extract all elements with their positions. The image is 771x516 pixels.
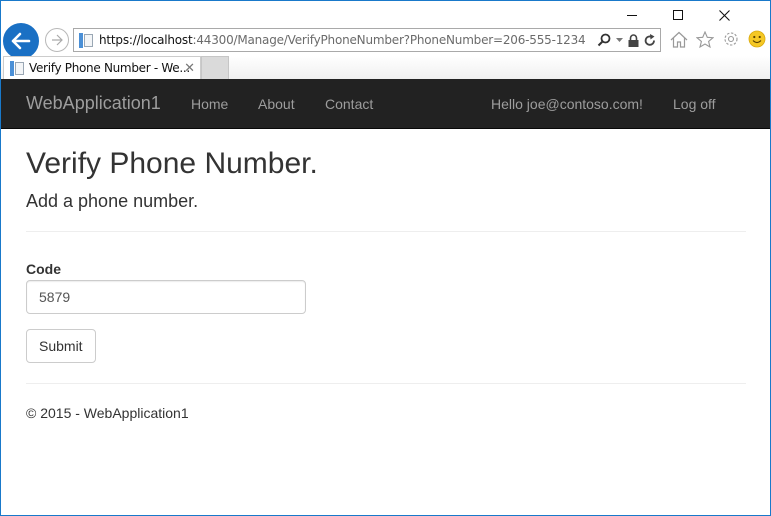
user-greeting-link[interactable]: Hello joe@contoso.com!	[491, 96, 643, 112]
tab-verify-phone-number[interactable]: Verify Phone Number - We... ✕	[3, 56, 201, 79]
address-bar[interactable]: https://localhost:44300/Manage/VerifyPho…	[73, 28, 661, 52]
url-host: https://localhost	[99, 33, 193, 47]
tab-strip: Verify Phone Number - We... ✕	[1, 56, 770, 79]
code-input[interactable]	[26, 280, 306, 314]
minimize-icon	[627, 15, 637, 16]
url-path: :44300/Manage/VerifyPhoneNumber?PhoneNum…	[192, 33, 586, 47]
caret-down-icon[interactable]	[616, 38, 623, 42]
divider	[26, 231, 746, 232]
url-text[interactable]: https://localhost:44300/Manage/VerifyPho…	[99, 33, 586, 47]
back-button[interactable]	[3, 23, 39, 59]
refresh-icon[interactable]	[644, 33, 656, 47]
new-tab-button[interactable]	[201, 56, 229, 79]
close-icon	[718, 9, 730, 21]
nav-contact-link[interactable]: Contact	[325, 96, 373, 112]
browser-window: https://localhost:44300/Manage/VerifyPho…	[0, 0, 771, 516]
lock-icon[interactable]	[628, 33, 639, 47]
site-navbar: WebApplication1 Home About Contact Hello…	[1, 79, 770, 129]
tab-page-icon	[10, 60, 24, 76]
logoff-link[interactable]: Log off	[673, 96, 716, 112]
forward-button[interactable]	[45, 28, 69, 52]
search-icon[interactable]	[597, 33, 611, 47]
footer-copyright: © 2015 - WebApplication1	[26, 405, 189, 421]
arrow-right-icon	[52, 34, 63, 46]
smiley-icon[interactable]	[747, 29, 767, 49]
home-icon[interactable]	[669, 29, 689, 49]
maximize-icon	[673, 10, 683, 20]
submit-button[interactable]: Submit	[26, 329, 96, 363]
brand-link[interactable]: WebApplication1	[26, 93, 161, 114]
page-subtitle: Add a phone number.	[26, 191, 199, 211]
star-icon[interactable]	[695, 29, 715, 49]
tab-title: Verify Phone Number - We...	[29, 61, 190, 75]
code-label: Code	[26, 261, 61, 277]
footer-divider	[26, 383, 746, 384]
nav-about-link[interactable]: About	[258, 96, 295, 112]
address-row: https://localhost:44300/Manage/VerifyPho…	[1, 21, 770, 59]
tab-close-icon[interactable]: ✕	[184, 60, 195, 76]
page-icon	[79, 32, 93, 48]
gear-icon[interactable]	[721, 29, 741, 49]
browser-toolbar	[669, 29, 767, 49]
page-title: Verify Phone Number.	[26, 147, 318, 180]
arrow-left-icon	[11, 32, 31, 50]
address-tools	[597, 32, 656, 48]
nav-home-link[interactable]: Home	[191, 96, 228, 112]
